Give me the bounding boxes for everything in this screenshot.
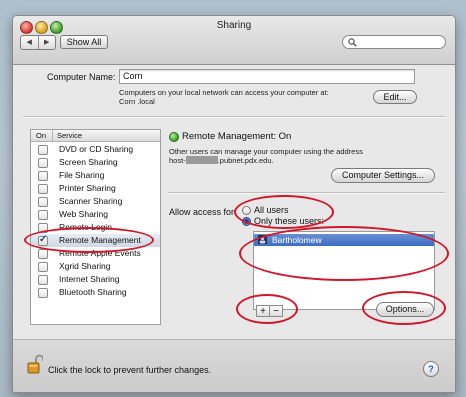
unlocked-padlock-icon[interactable] bbox=[27, 354, 43, 374]
service-label: DVD or CD Sharing bbox=[59, 144, 134, 154]
service-checkbox[interactable] bbox=[38, 288, 48, 298]
service-label: Screen Sharing bbox=[59, 157, 118, 167]
service-label: Remote Apple Events bbox=[59, 248, 141, 258]
back-forward-control: ◀ ▶ bbox=[20, 35, 56, 50]
user-name: Bartholomew bbox=[272, 235, 322, 245]
service-checkbox[interactable] bbox=[38, 275, 48, 285]
service-checkbox[interactable] bbox=[38, 223, 48, 233]
status-on-indicator bbox=[169, 132, 179, 142]
address-info-line1: Other users can manage your computer usi… bbox=[169, 147, 363, 156]
all-users-label[interactable]: All users bbox=[254, 205, 289, 215]
services-list: On Service DVD or CD Sharing Screen Shari… bbox=[30, 129, 161, 325]
service-label: File Sharing bbox=[59, 170, 105, 180]
service-label: Bluetooth Sharing bbox=[59, 287, 127, 297]
service-checkbox[interactable] bbox=[38, 145, 48, 155]
service-row[interactable]: Internet Sharing bbox=[31, 273, 160, 286]
service-label: Web Sharing bbox=[59, 209, 108, 219]
show-all-button[interactable]: Show All bbox=[60, 35, 108, 49]
search-field[interactable] bbox=[342, 35, 446, 49]
checkmark-icon: ✓ bbox=[39, 234, 48, 245]
service-row[interactable]: Scanner Sharing bbox=[31, 195, 160, 208]
service-checkbox[interactable] bbox=[38, 184, 48, 194]
window-title: Sharing bbox=[216, 20, 252, 31]
back-button[interactable]: ◀ bbox=[21, 36, 39, 49]
section-divider bbox=[23, 116, 445, 118]
toolbar: Sharing ◀ ▶ Show All bbox=[13, 16, 455, 65]
service-row[interactable]: Screen Sharing bbox=[31, 156, 160, 169]
service-label: Internet Sharing bbox=[59, 274, 120, 284]
service-label: Xgrid Sharing bbox=[59, 261, 111, 271]
user-icon bbox=[258, 235, 267, 244]
edit-button[interactable]: Edit... bbox=[373, 90, 417, 104]
header-service: Service bbox=[57, 131, 83, 140]
redacted-address bbox=[185, 156, 218, 164]
service-checkbox[interactable]: ✓ bbox=[38, 234, 48, 246]
service-checkbox[interactable] bbox=[38, 171, 48, 181]
service-row[interactable]: Remote Apple Events bbox=[31, 247, 160, 260]
service-row[interactable]: Printer Sharing bbox=[31, 182, 160, 195]
header-on: On bbox=[36, 131, 47, 140]
computer-settings-button[interactable]: Computer Settings... bbox=[331, 168, 435, 183]
network-info-line1: Computers on your local network can acce… bbox=[119, 88, 329, 97]
service-checkbox[interactable] bbox=[38, 158, 48, 168]
service-status: Remote Management: On bbox=[182, 131, 292, 142]
options-button[interactable]: Options... bbox=[376, 302, 434, 317]
service-label: Remote Management bbox=[59, 235, 141, 245]
service-row[interactable]: ✓ Remote Management bbox=[31, 234, 160, 247]
allow-access-label: Allow access for: bbox=[169, 207, 237, 217]
header-divider bbox=[52, 130, 53, 141]
address-prefix: host- bbox=[169, 156, 186, 165]
service-checkbox[interactable] bbox=[38, 262, 48, 272]
add-user-button[interactable]: + bbox=[256, 305, 270, 317]
service-label: Printer Sharing bbox=[59, 183, 116, 193]
service-row[interactable]: Remote Login bbox=[31, 221, 160, 234]
search-icon bbox=[348, 38, 357, 47]
service-checkbox[interactable] bbox=[38, 210, 48, 220]
user-row[interactable]: Bartholomew bbox=[254, 234, 434, 246]
service-label: Remote Login bbox=[59, 222, 112, 232]
sharing-window: Sharing ◀ ▶ Show All Computer Name: Corn… bbox=[12, 15, 456, 393]
only-these-users-radio[interactable] bbox=[242, 217, 251, 226]
computer-name-field[interactable]: Corn bbox=[119, 69, 415, 84]
network-info-line2: Corn .local bbox=[119, 97, 155, 106]
service-row[interactable]: DVD or CD Sharing bbox=[31, 143, 160, 156]
forward-button[interactable]: ▶ bbox=[39, 36, 56, 49]
only-these-users-label[interactable]: Only these users: bbox=[254, 216, 324, 226]
lock-message: Click the lock to prevent further change… bbox=[48, 365, 212, 375]
allowed-users-list[interactable]: Bartholomew bbox=[253, 231, 435, 310]
service-row[interactable]: File Sharing bbox=[31, 169, 160, 182]
service-row[interactable]: Web Sharing bbox=[31, 208, 160, 221]
address-suffix: .pubnet.pdx.edu. bbox=[217, 156, 274, 165]
service-row[interactable]: Xgrid Sharing bbox=[31, 260, 160, 273]
computer-name-label: Computer Name: bbox=[47, 72, 116, 82]
service-checkbox[interactable] bbox=[38, 249, 48, 259]
footer-bar: Click the lock to prevent further change… bbox=[13, 339, 455, 392]
help-button[interactable]: ? bbox=[423, 361, 439, 377]
service-label: Scanner Sharing bbox=[59, 196, 123, 206]
address-info-line2: host- .pubnet.pdx.edu. bbox=[169, 156, 274, 165]
service-checkbox[interactable] bbox=[38, 197, 48, 207]
remove-user-button[interactable]: − bbox=[269, 305, 283, 317]
all-users-radio[interactable] bbox=[242, 206, 251, 215]
services-header: On Service bbox=[31, 130, 160, 142]
service-row[interactable]: Bluetooth Sharing bbox=[31, 286, 160, 299]
status-divider bbox=[168, 192, 445, 194]
